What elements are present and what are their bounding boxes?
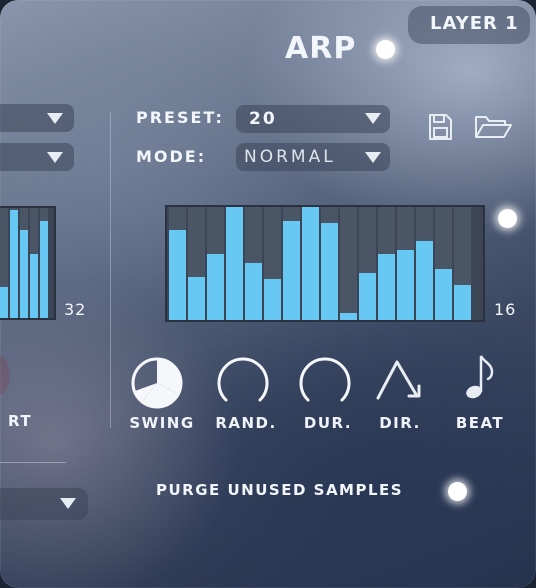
sequencer-step[interactable]	[188, 207, 205, 320]
section-divider	[110, 112, 111, 428]
step-sequencer[interactable]	[165, 205, 485, 322]
sequencer-step-bar	[397, 250, 414, 320]
step-count: 16	[494, 300, 517, 319]
sequencer-step[interactable]	[454, 207, 471, 320]
sequencer-step[interactable]	[20, 208, 28, 318]
sequencer-toggle[interactable]	[498, 209, 517, 228]
sequencer-step[interactable]	[397, 207, 414, 320]
purge-unused-samples-label: PURGE UNUSED SAMPLES	[156, 481, 404, 499]
sequencer-step[interactable]	[169, 207, 186, 320]
left-step-sequencer[interactable]	[0, 206, 56, 320]
arp-power-toggle[interactable]	[376, 40, 395, 59]
sequencer-step[interactable]	[302, 207, 319, 320]
sequencer-step[interactable]	[207, 207, 224, 320]
knob-dur-icon[interactable]	[298, 356, 352, 410]
mode-value: NORMAL	[244, 147, 336, 167]
sequencer-step-bar	[40, 221, 48, 318]
sequencer-step-bar	[340, 313, 357, 320]
sequencer-step[interactable]	[264, 207, 281, 320]
sequencer-step[interactable]	[416, 207, 433, 320]
purge-unused-samples-toggle[interactable]	[448, 482, 467, 501]
sequencer-step-bar	[283, 221, 300, 320]
sequencer-step-bar	[454, 285, 471, 320]
sequencer-step[interactable]	[340, 207, 357, 320]
sequencer-step-bar	[207, 254, 224, 320]
layer-tab-label: LAYER 1	[430, 13, 519, 34]
arp-title: ARP	[285, 31, 357, 66]
left-knob-partial[interactable]	[0, 355, 10, 395]
rand-label: RAND.	[215, 414, 277, 432]
chevron-down-icon	[365, 152, 381, 163]
sequencer-step-bar	[226, 207, 243, 320]
arp-panel: { "header": { "layer_tab": "LAYER 1", "a…	[0, 0, 536, 588]
sequencer-step[interactable]	[435, 207, 452, 320]
sequencer-step-bar	[0, 287, 8, 318]
knob-rand-icon[interactable]	[216, 356, 270, 410]
sequencer-step-bar	[188, 277, 205, 320]
sequencer-step[interactable]	[378, 207, 395, 320]
save-icon[interactable]	[424, 112, 456, 142]
sequencer-step-bar	[416, 241, 433, 320]
chevron-down-icon	[365, 113, 381, 124]
sequencer-step-bar	[245, 263, 262, 320]
sequencer-step-bar	[264, 279, 281, 320]
sequencer-step-bar	[30, 254, 38, 318]
folder-open-icon[interactable]	[473, 112, 513, 142]
sequencer-step[interactable]	[226, 207, 243, 320]
mode-label: MODE:	[136, 147, 207, 166]
sequencer-step[interactable]	[30, 208, 38, 318]
sequencer-step[interactable]	[0, 208, 8, 318]
sequencer-step-bar	[10, 210, 18, 318]
preset-label: PRESET:	[136, 108, 224, 127]
sequencer-step-bar	[359, 273, 376, 320]
sequencer-step[interactable]	[10, 208, 18, 318]
preset-value: 20	[249, 109, 277, 129]
chevron-down-icon	[47, 152, 63, 163]
left-knob-label: RT	[8, 412, 33, 430]
note-icon[interactable]	[462, 352, 496, 402]
sequencer-step[interactable]	[321, 207, 338, 320]
beat-label: BEAT	[455, 414, 505, 432]
sequencer-step-bar	[435, 269, 452, 320]
dur-label: DUR.	[303, 414, 353, 432]
sequencer-step-bar	[302, 207, 319, 320]
chevron-down-icon	[60, 498, 76, 509]
sequencer-step-bar	[20, 230, 28, 318]
sequencer-step[interactable]	[359, 207, 376, 320]
sequencer-step[interactable]	[283, 207, 300, 320]
direction-icon[interactable]	[375, 356, 431, 402]
sequencer-step[interactable]	[40, 208, 48, 318]
dir-label: DIR.	[379, 414, 421, 432]
sequencer-step[interactable]	[245, 207, 262, 320]
sequencer-step-bar	[378, 254, 395, 320]
sequencer-step-bar	[321, 223, 338, 320]
knob-swing-icon[interactable]	[130, 356, 184, 410]
swing-label: SWING	[129, 414, 195, 432]
chevron-down-icon	[47, 113, 63, 124]
left-step-count: 32	[64, 300, 87, 319]
left-divider	[0, 462, 66, 463]
sequencer-step-bar	[169, 230, 186, 320]
